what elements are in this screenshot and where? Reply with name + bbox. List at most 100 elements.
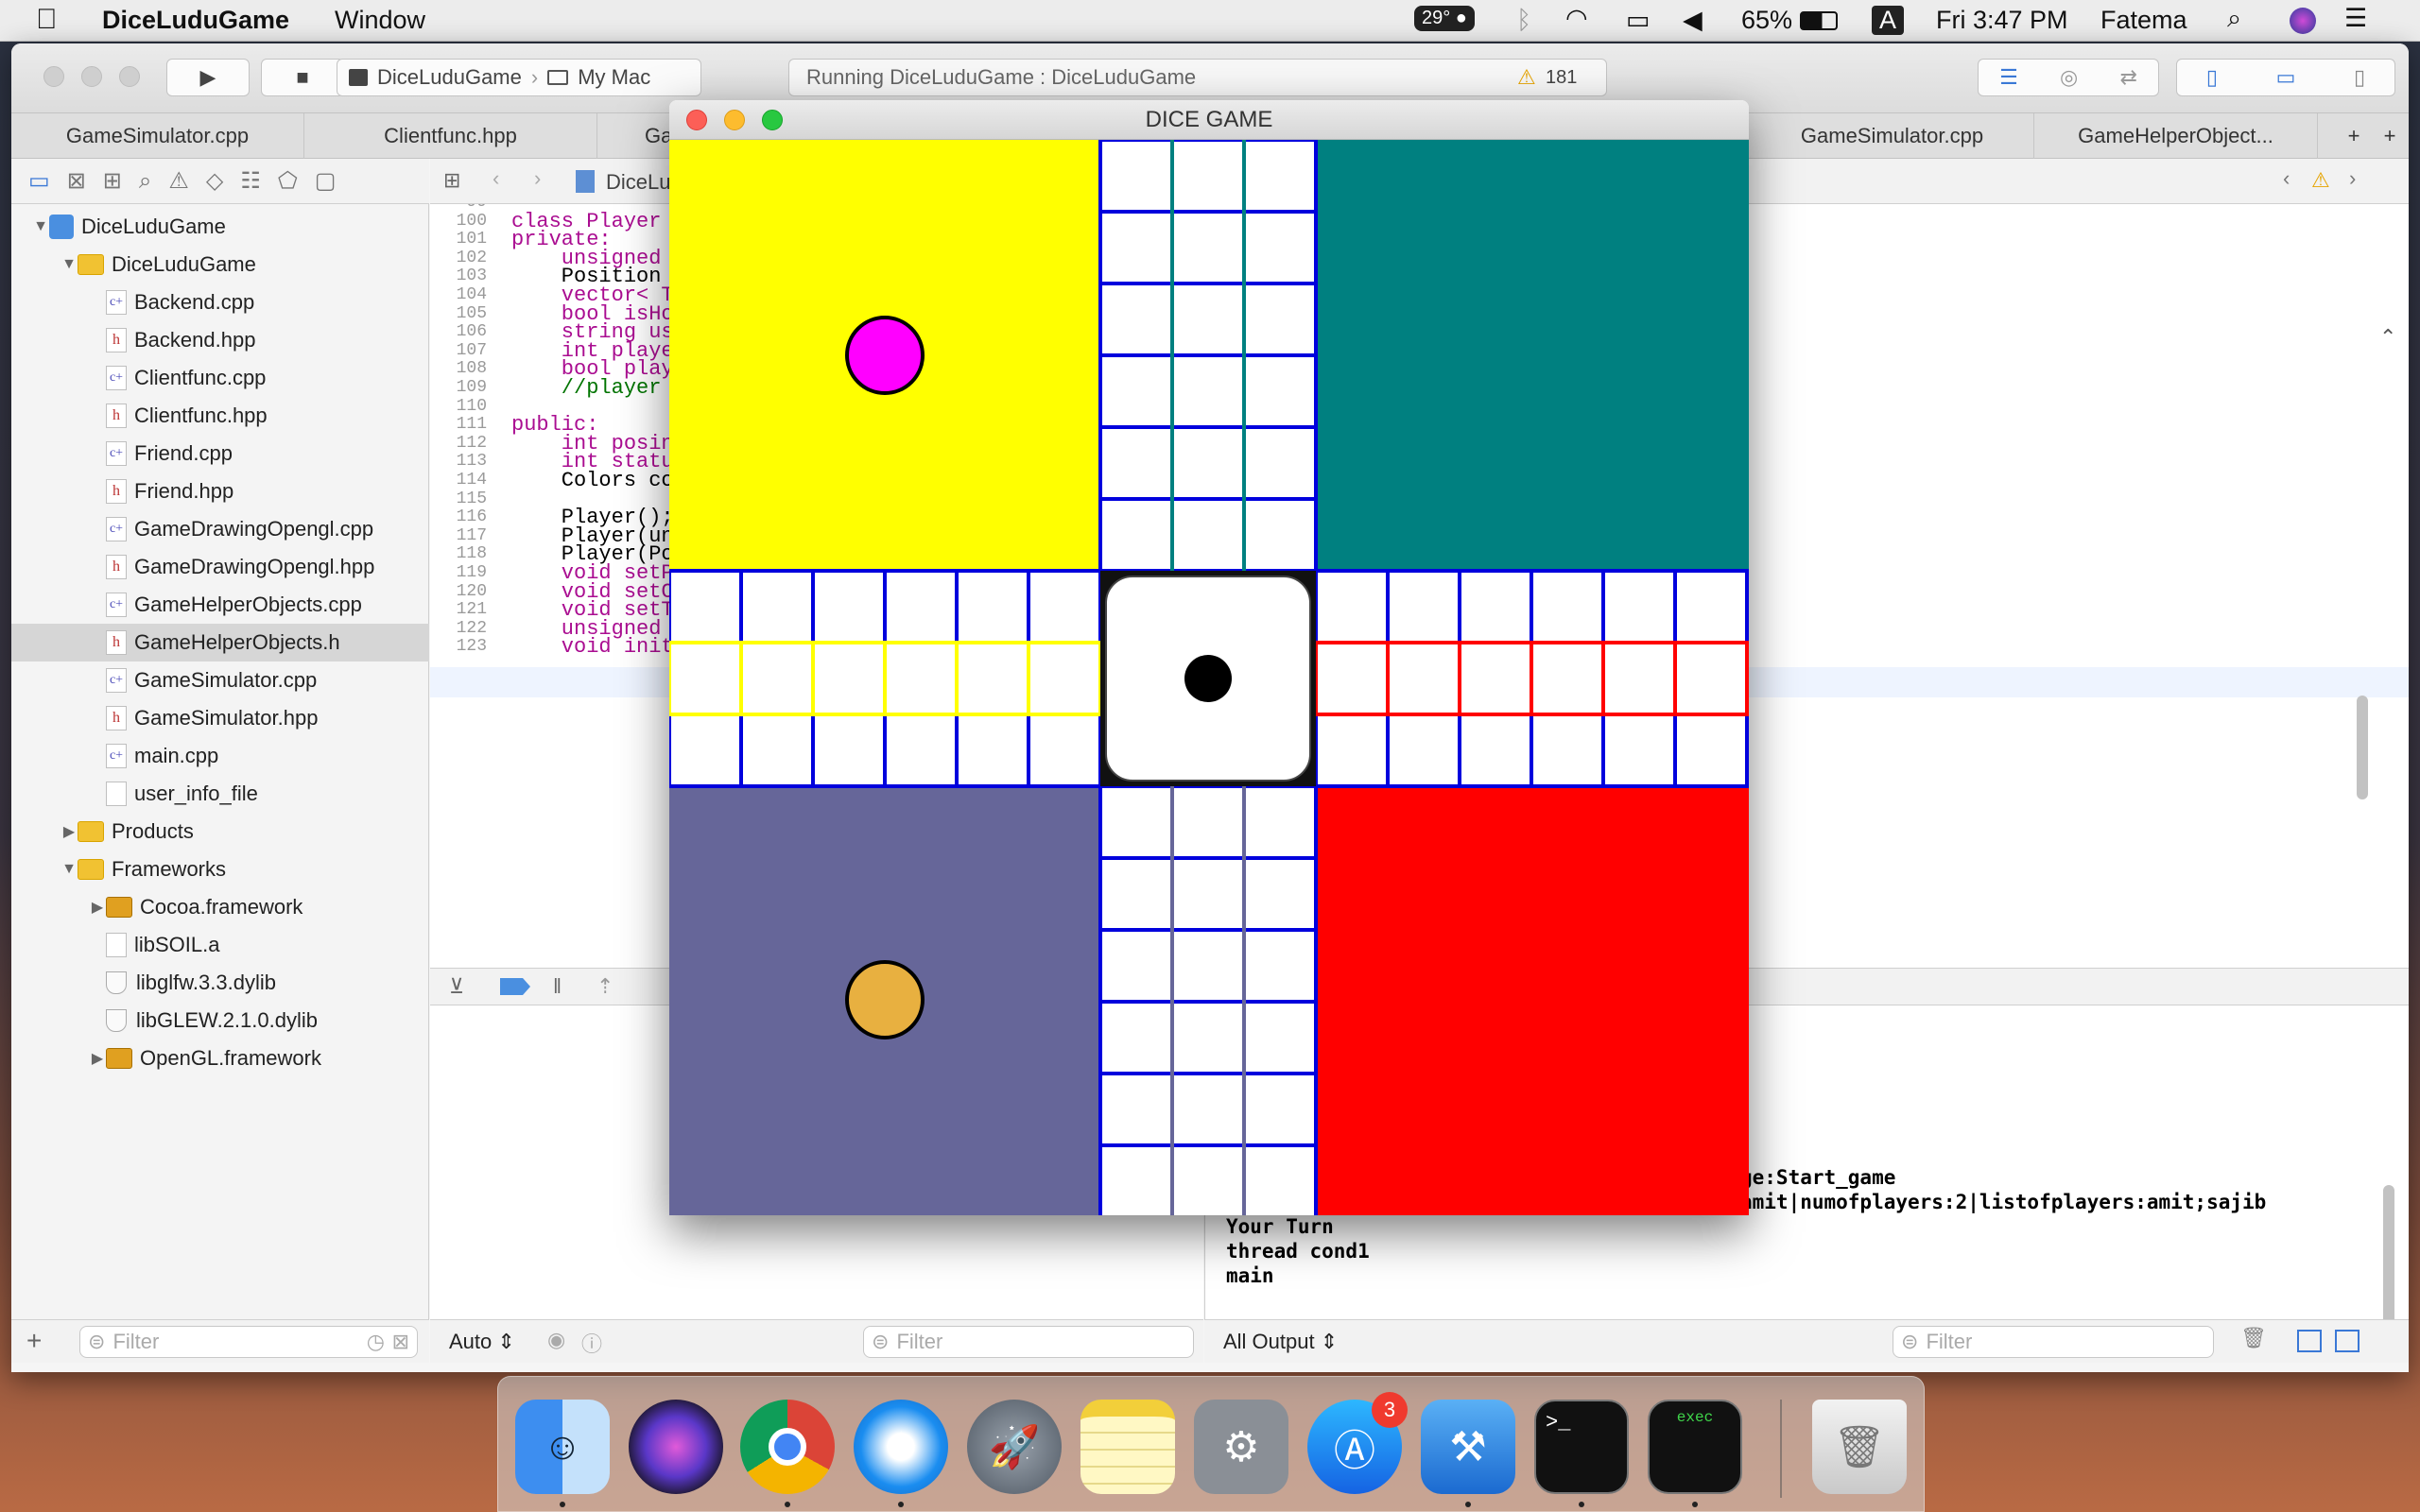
safari-icon[interactable]: ✦ — [854, 1400, 948, 1494]
navigator-item[interactable]: ▶ Cocoa.framework — [11, 888, 429, 926]
warning-count[interactable]: 181 — [1546, 67, 1577, 89]
editor-scrollbar[interactable] — [2357, 696, 2368, 799]
find-navigator-icon[interactable]: ⌕ — [139, 168, 151, 195]
minimize-button[interactable] — [724, 110, 745, 130]
tab-gamehelperobjects[interactable]: GameHelperObject... — [2034, 113, 2318, 159]
tab-clientfunc-hpp[interactable]: Clientfunc.hpp — [304, 113, 597, 159]
ludo-board[interactable] — [669, 138, 1749, 1215]
clock[interactable]: Fri 3:47 PM — [1936, 6, 2068, 35]
prev-issue-icon[interactable]: ‹ — [2283, 166, 2290, 191]
forward-icon[interactable]: › — [534, 166, 541, 191]
trash-icon[interactable]: 🗑 — [2240, 1326, 2267, 1350]
disclosure-open-icon[interactable]: ▼ — [60, 861, 78, 878]
eye-icon[interactable]: ◉ — [547, 1328, 565, 1352]
volume-icon[interactable]: ◀ — [1683, 6, 1703, 35]
add-icon[interactable]: + — [26, 1326, 42, 1356]
navigator-item[interactable]: h GameSimulator.hpp — [11, 699, 429, 737]
navigator-item[interactable]: c+ Clientfunc.cpp — [11, 359, 429, 397]
scheme-selector[interactable]: DiceLuduGame › My Mac — [337, 59, 701, 96]
next-issue-icon[interactable]: › — [2349, 166, 2356, 191]
exec-terminal-icon[interactable]: exec — [1648, 1400, 1742, 1494]
navigator-item[interactable]: ▶ Products — [11, 813, 429, 850]
view-toggle-group[interactable]: ▯ ▭ ▯ — [2176, 59, 2395, 96]
report-navigator-icon[interactable]: ▢ — [315, 167, 337, 195]
navigator-item[interactable]: h GameDrawingOpengl.hpp — [11, 548, 429, 586]
airplay-icon[interactable]: ▭ — [1626, 6, 1651, 35]
close-button[interactable] — [43, 66, 64, 87]
close-button[interactable] — [686, 110, 707, 130]
navigator-item[interactable]: ▶ OpenGL.framework — [11, 1040, 429, 1077]
minimize-button[interactable] — [81, 66, 102, 87]
split-left-icon[interactable] — [2297, 1330, 2322, 1352]
warning-icon[interactable]: ⚠ — [1517, 65, 1536, 90]
system-preferences-icon[interactable]: ⚙ — [1194, 1400, 1288, 1494]
recent-files-icon[interactable]: ◷ — [367, 1330, 385, 1354]
navigator-item[interactable]: user_info_file — [11, 775, 429, 813]
navigator-toggle-icon[interactable]: ▯ — [2206, 65, 2218, 90]
navigator-item[interactable]: h Clientfunc.hpp — [11, 397, 429, 435]
navigator-item[interactable]: libglfw.3.3.dylib — [11, 964, 429, 1002]
navigator-item[interactable]: ▼ Frameworks — [11, 850, 429, 888]
disclosure-closed-icon[interactable]: ▶ — [89, 1049, 106, 1068]
launchpad-icon[interactable]: 🚀 — [967, 1400, 1062, 1494]
run-button[interactable]: ▶ — [166, 59, 250, 96]
source-control-icon[interactable]: ⊠ — [67, 167, 86, 195]
zoom-button[interactable] — [119, 66, 140, 87]
debug-navigator-icon[interactable]: ☷ — [240, 167, 261, 195]
app-store-icon[interactable]: Ⓐ 3 — [1307, 1392, 1408, 1494]
hide-debug-area-icon[interactable]: ⊻ — [449, 974, 464, 999]
navigator-item[interactable]: c+ GameHelperObjects.cpp — [11, 586, 429, 624]
navigator-item[interactable]: h Backend.hpp — [11, 321, 429, 359]
navigator-item[interactable]: h GameHelperObjects.h — [11, 624, 429, 662]
app-menu[interactable]: DiceLuduGame — [102, 6, 289, 35]
utilities-toggle-icon[interactable]: ▯ — [2354, 65, 2365, 90]
tab-gamesimulator-cpp[interactable]: GameSimulator.cpp — [11, 113, 304, 159]
disclosure-closed-icon[interactable]: ▶ — [60, 822, 78, 841]
disclosure-open-icon[interactable]: ▼ — [32, 218, 49, 235]
step-over-icon[interactable]: ⇡ — [596, 974, 614, 999]
editor-mode-group[interactable]: ☰ ◎ ⇄ — [1978, 59, 2159, 96]
siri-icon[interactable] — [629, 1400, 723, 1494]
add-tab-button-2[interactable]: + — [2371, 113, 2409, 159]
jump-bar-file[interactable]: DiceLu — [606, 170, 670, 195]
zoom-button[interactable] — [762, 110, 783, 130]
tab-gamesimulator-cpp-2[interactable]: GameSimulator.cpp — [1751, 113, 2034, 159]
navigator-item[interactable]: c+ GameDrawingOpengl.cpp — [11, 510, 429, 548]
bluetooth-icon[interactable]: ᛒ — [1516, 6, 1531, 35]
back-icon[interactable]: ‹ — [493, 166, 499, 191]
debug-area-toggle-icon[interactable]: ▭ — [2276, 65, 2296, 90]
navigator-item[interactable]: c+ GameSimulator.cpp — [11, 662, 429, 699]
notes-icon[interactable] — [1080, 1400, 1175, 1494]
weather-badge[interactable]: 29° ● — [1414, 6, 1475, 31]
pause-icon[interactable]: ‖ — [553, 974, 562, 999]
disclosure-closed-icon[interactable]: ▶ — [89, 898, 106, 917]
finder-icon[interactable]: ☺ — [515, 1400, 610, 1494]
terminal-icon[interactable]: >_ — [1534, 1400, 1629, 1494]
xcode-icon[interactable]: ⚒ — [1421, 1400, 1515, 1494]
navigator-item[interactable]: libSOIL.a — [11, 926, 429, 964]
battery-icon[interactable] — [1800, 11, 1838, 30]
trash-icon[interactable]: 🗑 — [1812, 1400, 1907, 1494]
issue-navigator-icon[interactable]: ⚠ — [168, 167, 189, 195]
apple-icon[interactable]:  — [36, 4, 58, 36]
add-tab-button[interactable]: + — [2335, 113, 2373, 159]
navigator-item[interactable]: c+ Friend.cpp — [11, 435, 429, 472]
output-selector[interactable]: All Output ⇕ — [1223, 1330, 1338, 1354]
navigator-item[interactable]: c+ main.cpp — [11, 737, 429, 775]
version-editor-icon[interactable]: ⇄ — [2119, 65, 2136, 90]
variables-filter-input[interactable]: ⊜ Filter — [863, 1326, 1194, 1358]
spotlight-icon[interactable]: ⌕ — [2227, 4, 2241, 34]
navigator-item[interactable]: libGLEW.2.1.0.dylib — [11, 1002, 429, 1040]
disclosure-open-icon[interactable]: ▼ — [60, 256, 78, 273]
notification-center-icon[interactable]: ☰ — [2344, 4, 2367, 33]
standard-editor-icon[interactable]: ☰ — [1999, 65, 2018, 90]
navigator-item[interactable]: ▼ DiceLuduGame — [11, 246, 429, 284]
split-right-icon[interactable] — [2335, 1330, 2360, 1352]
chrome-icon[interactable] — [740, 1400, 835, 1494]
scm-filter-icon[interactable]: ⊠ — [392, 1330, 409, 1354]
navigator-item[interactable]: c+ Backend.cpp — [11, 284, 429, 321]
minimap-chevron-icon[interactable]: ⌃ — [2379, 325, 2396, 350]
breakpoint-navigator-icon[interactable]: ⬠ — [278, 167, 298, 195]
issue-warning-icon[interactable]: ⚠ — [2311, 168, 2330, 193]
navigator-item[interactable]: h Friend.hpp — [11, 472, 429, 510]
